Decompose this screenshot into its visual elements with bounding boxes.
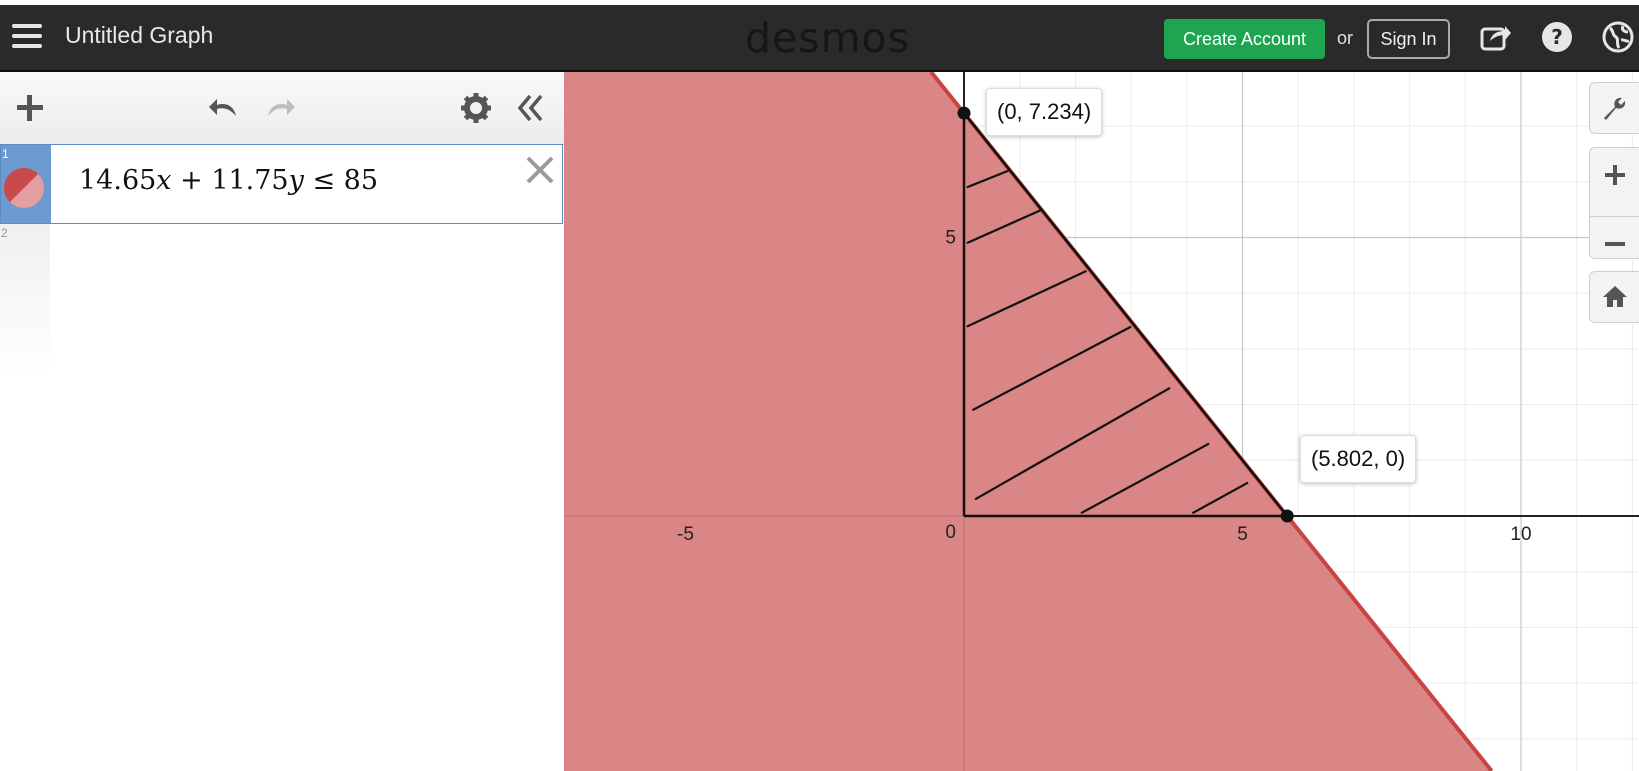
x-tick-label: 5 xyxy=(1237,524,1248,545)
x-tick-label: 10 xyxy=(1510,524,1531,545)
create-account-button[interactable]: Create Account xyxy=(1164,19,1325,59)
y-tick-label: 5 xyxy=(945,228,956,249)
share-icon[interactable] xyxy=(1478,20,1512,54)
origin-label: 0 xyxy=(945,522,956,543)
sign-in-button[interactable]: Sign In xyxy=(1367,19,1450,59)
graph-canvas[interactable]: -5 5 10 5 0 (0, 7.234) (5.802, 0) xyxy=(564,72,1639,771)
x-tick-label: -5 xyxy=(677,524,694,545)
add-expression-icon[interactable] xyxy=(12,90,48,126)
top-header: Untitled Graph desmos Create Account or … xyxy=(0,0,1639,72)
coefficient-a: 14.65 xyxy=(79,165,157,196)
window-top-edge xyxy=(0,0,1639,5)
zoom-out-icon xyxy=(1605,242,1625,246)
expression-panel: 1 14.65x + 11.75y ≤ 85 2 xyxy=(0,72,565,771)
graph-svg: -5 5 10 5 0 xyxy=(564,72,1639,771)
point-x-intercept xyxy=(1280,509,1294,523)
zoom-in-button[interactable] xyxy=(1590,162,1639,217)
home-icon xyxy=(1603,286,1627,307)
expression-row[interactable]: 1 14.65x + 11.75y ≤ 85 xyxy=(0,144,563,224)
collapse-panel-icon[interactable] xyxy=(512,90,548,126)
variable-y: y xyxy=(288,165,304,196)
menu-icon[interactable] xyxy=(12,24,42,50)
expression-row-empty[interactable]: 2 xyxy=(0,224,50,374)
coefficient-b: + 11.75 xyxy=(171,165,289,196)
point-y-intercept xyxy=(957,106,971,120)
undo-icon[interactable] xyxy=(206,90,242,126)
color-swatch-icon[interactable] xyxy=(4,168,44,208)
expression-input[interactable]: 14.65x + 11.75y ≤ 85 xyxy=(79,165,378,196)
graph-title[interactable]: Untitled Graph xyxy=(65,22,213,49)
redo-icon[interactable] xyxy=(262,90,298,126)
svg-text:?: ? xyxy=(1551,25,1563,49)
wrench-icon xyxy=(1604,97,1626,120)
expression-index: 1 xyxy=(2,147,9,161)
expression-toolbar xyxy=(0,72,564,145)
or-label: or xyxy=(1337,28,1354,48)
zoom-in-icon xyxy=(1605,165,1625,185)
inequality-rhs: ≤ 85 xyxy=(303,165,379,196)
language-icon[interactable] xyxy=(1601,20,1635,54)
desmos-logo: desmos xyxy=(745,14,910,62)
zoom-controls xyxy=(1589,147,1639,259)
default-viewport-button[interactable] xyxy=(1589,271,1639,323)
expression-index: 2 xyxy=(1,226,8,240)
point-label-x-intercept[interactable]: (5.802, 0) xyxy=(1300,435,1417,483)
graph-settings-button[interactable] xyxy=(1589,82,1639,134)
inequality-shaded-region xyxy=(564,72,1492,771)
expression-tab[interactable]: 1 xyxy=(1,145,51,223)
variable-x: x xyxy=(156,165,172,196)
point-label-y-intercept[interactable]: (0, 7.234) xyxy=(986,88,1103,136)
delete-expression-icon[interactable] xyxy=(523,153,557,187)
settings-gear-icon[interactable] xyxy=(458,90,494,126)
help-icon[interactable]: ? xyxy=(1540,20,1574,54)
